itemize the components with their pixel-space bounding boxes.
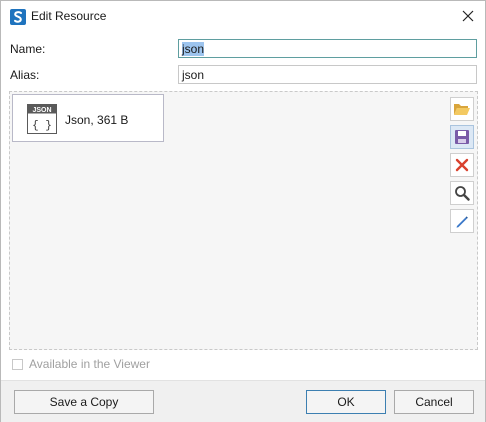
save-a-copy-button[interactable]: Save a Copy: [14, 390, 154, 414]
alias-label: Alias:: [10, 68, 40, 82]
name-label: Name:: [10, 42, 46, 56]
ok-button[interactable]: OK: [306, 390, 386, 414]
delete-icon: [455, 158, 469, 172]
alias-input-value: json: [182, 68, 205, 82]
dialog-title: Edit Resource: [31, 9, 107, 23]
available-in-viewer-label: Available in the Viewer: [29, 357, 150, 371]
json-file-icon: JSON { }: [27, 104, 57, 134]
close-icon: [462, 10, 474, 22]
edit-resource-dialog: Edit Resource Name: json Alias: json JSO…: [0, 0, 486, 422]
json-brace-glyph: { }: [32, 120, 52, 132]
edit-button[interactable]: [450, 209, 474, 233]
name-input[interactable]: json: [178, 39, 477, 58]
cancel-button[interactable]: Cancel: [394, 390, 474, 414]
save-icon: [455, 130, 469, 144]
close-button[interactable]: [455, 4, 481, 28]
resource-panel[interactable]: JSON { } Json, 361 B: [9, 91, 478, 350]
name-input-value: json: [182, 42, 205, 56]
folder-open-icon: [454, 104, 470, 115]
app-logo-icon: [10, 9, 26, 25]
delete-button[interactable]: [450, 153, 474, 177]
available-in-viewer-checkbox[interactable]: [12, 358, 23, 370]
json-badge-text: JSON: [32, 107, 51, 114]
alias-input[interactable]: json: [178, 65, 477, 84]
title-bar: Edit Resource: [1, 1, 485, 32]
dialog-footer: Save a Copy OK Cancel: [1, 380, 485, 422]
magnifier-icon: [455, 186, 470, 201]
view-button[interactable]: [450, 181, 474, 205]
open-file-button[interactable]: [450, 97, 474, 121]
pencil-icon: [456, 216, 468, 228]
available-in-viewer-option[interactable]: Available in the Viewer: [12, 357, 150, 371]
resource-label: Json, 361 B: [65, 113, 129, 127]
save-file-button[interactable]: [450, 125, 474, 149]
resource-item[interactable]: JSON { } Json, 361 B: [12, 94, 164, 142]
